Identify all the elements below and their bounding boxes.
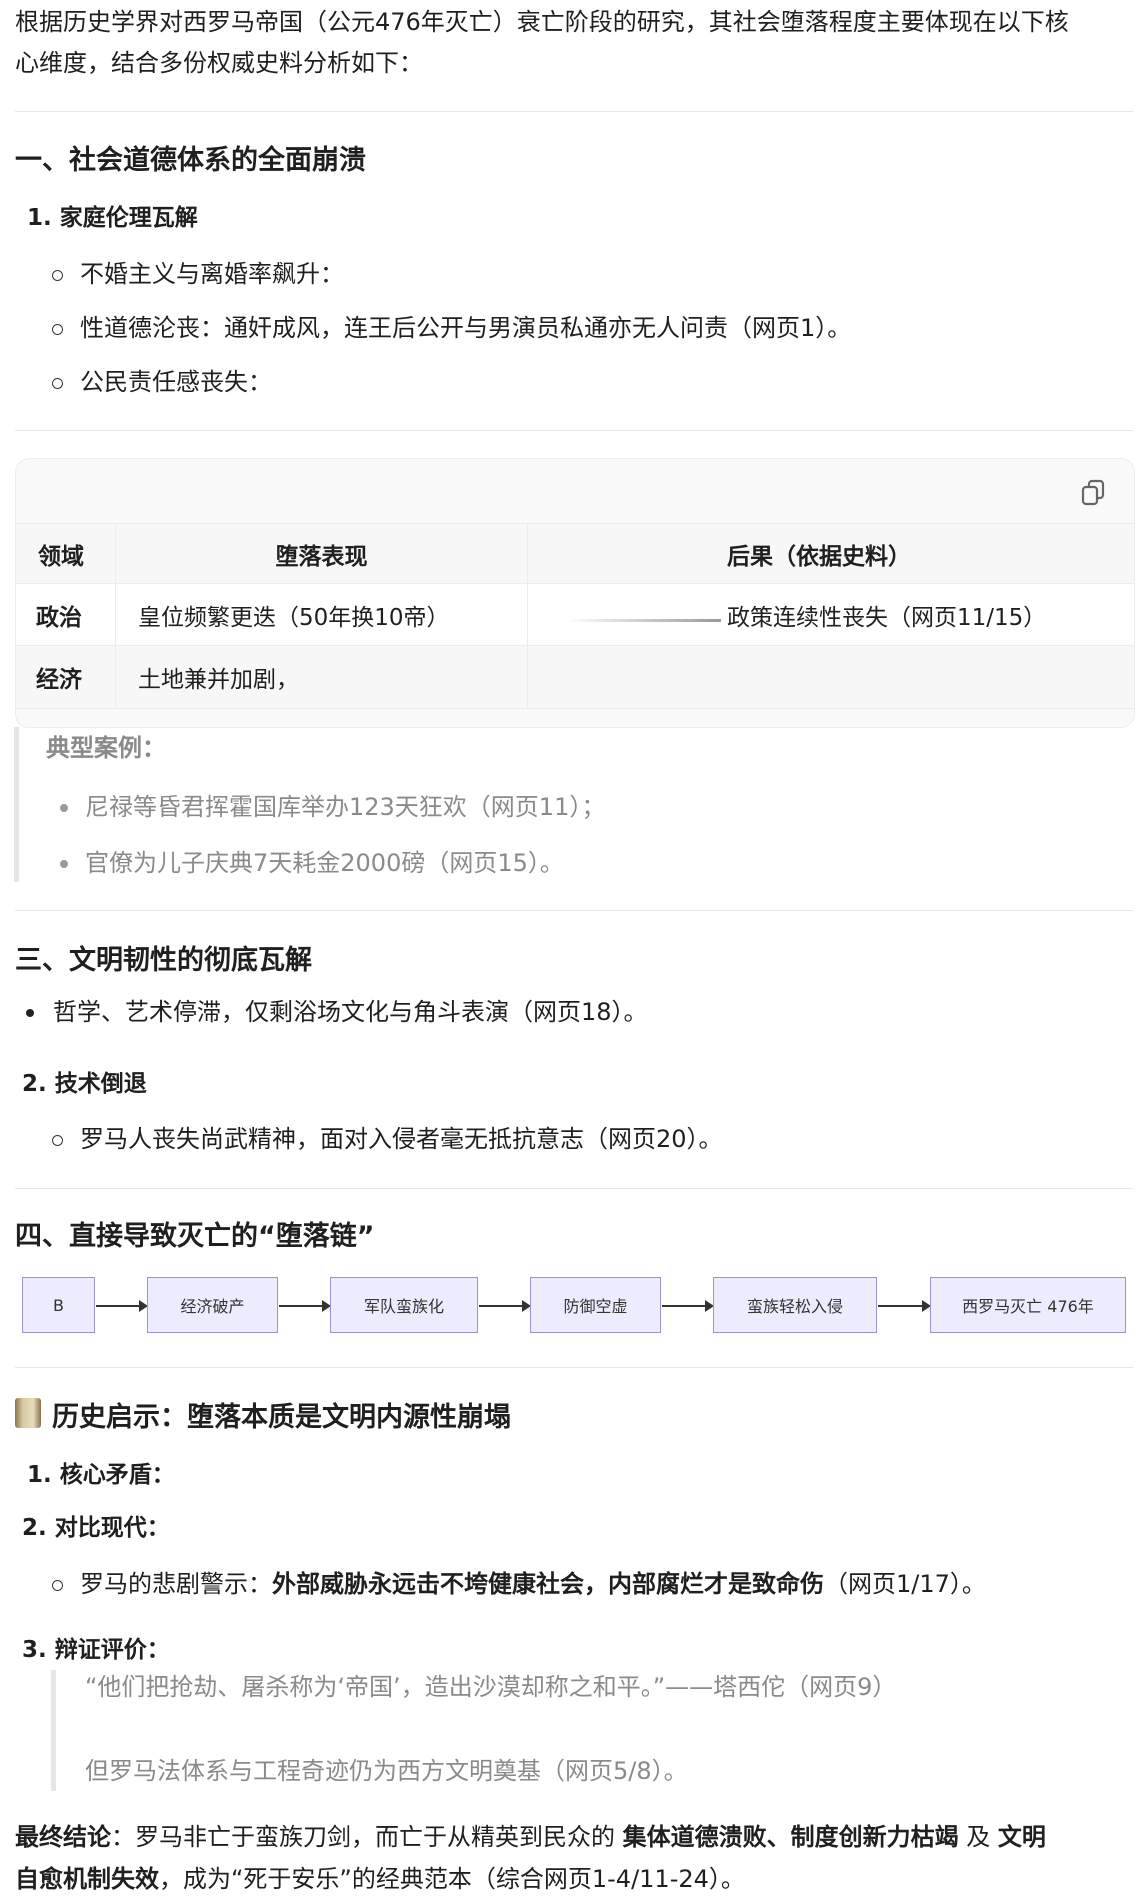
section3-sub2: 2. 技术倒退 bbox=[22, 1071, 147, 1097]
warning-bold: 外部威胁永远击不垮健康社会，内部腐烂才是致命伤 bbox=[272, 1570, 824, 1598]
copy-icon[interactable] bbox=[1080, 479, 1106, 507]
circle-bullet-icon bbox=[52, 378, 63, 389]
list-item: 官僚为儿子庆典7天耗金2000磅（网页15）。 bbox=[85, 849, 564, 877]
intro-line-2: 心维度，结合多份权威史料分析如下： bbox=[15, 49, 423, 77]
lessons-item3: 3. 辩证评价： bbox=[22, 1637, 170, 1663]
conclusion-line-2: 自愈机制失效，成为“死于安乐”的经典范本（综合网页1-4/11-24）。 bbox=[15, 1859, 745, 1900]
list-item: 罗马人丧失尚武精神，面对入侵者毫无抵抗意志（网页20）。 bbox=[80, 1125, 723, 1153]
divider bbox=[15, 1367, 1133, 1368]
conclusion-bold: 集体道德溃败、制度创新力枯竭 bbox=[622, 1823, 959, 1851]
flow-arrow-icon bbox=[479, 1300, 531, 1312]
flow-node: 军队蛮族化 bbox=[330, 1277, 478, 1333]
table-cell: 政治 bbox=[36, 605, 82, 631]
warning-prefix: 罗马的悲剧警示： bbox=[80, 1570, 272, 1598]
list-item: 公民责任感丧失： bbox=[80, 368, 272, 396]
section4-title: 四、直接导致灭亡的“堕落链” bbox=[15, 1221, 375, 1252]
lessons-item2: 2. 对比现代： bbox=[22, 1515, 170, 1541]
header-cell: 领域 bbox=[38, 544, 84, 570]
divider bbox=[15, 1188, 1133, 1189]
section1-sub1: 1. 家庭伦理瓦解 bbox=[27, 205, 198, 231]
list-item: 不婚主义与离婚率飙升： bbox=[80, 260, 344, 288]
table-cell: 皇位频繁更迭（50年换10帝） bbox=[138, 605, 450, 631]
circle-bullet-icon bbox=[52, 324, 63, 335]
circle-bullet-icon bbox=[52, 1580, 63, 1591]
circle-bullet-icon bbox=[52, 1135, 63, 1146]
table-cell: 政策连续性丧失（网页11/15） bbox=[727, 605, 1047, 631]
table-cell: 经济 bbox=[36, 667, 82, 693]
conclusion-text: 及 bbox=[958, 1823, 998, 1851]
scroll-icon bbox=[15, 1398, 41, 1428]
divider bbox=[15, 111, 1133, 112]
table-card: 领域 堕落表现 后果（依据史料） 政治 皇位频繁更迭（50年换10帝） 政策连续… bbox=[15, 458, 1135, 728]
list-item: 尼禄等昏君挥霍国库举办123天狂欢（网页11）； bbox=[85, 793, 606, 821]
flow-node: B bbox=[22, 1277, 95, 1333]
quote-line: 但罗马法体系与工程奇迹仍为西方文明奠基（网页5/8）。 bbox=[85, 1757, 688, 1785]
conclusion-bold: 自愈机制失效 bbox=[15, 1865, 159, 1893]
lessons-item1: 1. 核心矛盾： bbox=[27, 1462, 175, 1488]
conclusion-bold: 文明 bbox=[997, 1823, 1046, 1851]
quote-bar bbox=[14, 727, 19, 882]
quote-bar bbox=[51, 1670, 56, 1791]
conclusion-label: 最终结论 bbox=[15, 1823, 111, 1851]
conclusion-text: ，成为“死于安乐”的经典范本（综合网页1-4/11-24）。 bbox=[159, 1865, 745, 1893]
divider bbox=[15, 910, 1133, 911]
circle-bullet-icon bbox=[52, 270, 63, 281]
flow-node: 西罗马灭亡 476年 bbox=[930, 1277, 1126, 1333]
header-cell: 堕落表现 bbox=[275, 544, 368, 570]
header-cell: 后果（依据史料） bbox=[727, 544, 911, 570]
flow-node: 防御空虚 bbox=[530, 1277, 661, 1333]
flow-arrow-icon bbox=[279, 1300, 331, 1312]
quote-line: “他们把抢劫、屠杀称为‘帝国’，造出沙漠却称之和平。”——塔西佗（网页9） bbox=[85, 1673, 897, 1701]
flow-arrow-icon bbox=[878, 1300, 931, 1312]
flow-node: 蛮族轻松入侵 bbox=[713, 1277, 877, 1333]
flow-arrow-icon bbox=[96, 1300, 148, 1312]
table-cell: 土地兼并加剧， bbox=[138, 667, 299, 693]
conclusion-line-1: 最终结论：罗马非亡于蛮族刀剑，而亡于从精英到民众的 集体道德溃败、制度创新力枯竭… bbox=[15, 1817, 1046, 1858]
column-divider bbox=[115, 524, 116, 708]
table-row: 经济 土地兼并加剧， bbox=[16, 645, 1134, 709]
list-item: 哲学、艺术停滞，仅剩浴场文化与角斗表演（网页18）。 bbox=[53, 998, 648, 1026]
cases-title: 典型案例： bbox=[46, 734, 166, 762]
bullet-icon bbox=[26, 1009, 34, 1017]
bullet-icon bbox=[60, 804, 68, 812]
lessons-title: 历史启示：堕落本质是文明内源性崩塌 bbox=[52, 1402, 511, 1433]
intro-line-1: 根据历史学界对西罗马帝国（公元476年灭亡）衰亡阶段的研究，其社会堕落程度主要体… bbox=[15, 8, 1069, 36]
flow-node: 经济破产 bbox=[147, 1277, 278, 1333]
warning-suffix: （网页1/17）。 bbox=[824, 1570, 986, 1598]
flow-arrow-icon bbox=[662, 1300, 714, 1312]
list-item: 性道德沦丧：通奸成风，连王后公开与男演员私通亦无人问责（网页1）。 bbox=[80, 314, 852, 342]
conclusion-text: ：罗马非亡于蛮族刀剑，而亡于从精英到民众的 bbox=[111, 1823, 623, 1851]
section1-title: 一、社会道德体系的全面崩溃 bbox=[15, 145, 366, 176]
faint-arrow-icon bbox=[566, 619, 721, 622]
section3-title: 三、文明韧性的彻底瓦解 bbox=[15, 945, 312, 976]
table-header-row: 领域 堕落表现 后果（依据史料） bbox=[16, 523, 1134, 584]
bullet-icon bbox=[60, 860, 68, 868]
column-divider bbox=[527, 524, 528, 708]
table-row: 政治 皇位频繁更迭（50年换10帝） 政策连续性丧失（网页11/15） bbox=[16, 583, 1134, 646]
list-item: 罗马的悲剧警示：外部威胁永远击不垮健康社会，内部腐烂才是致命伤（网页1/17）。 bbox=[80, 1564, 986, 1605]
divider bbox=[15, 430, 1133, 431]
